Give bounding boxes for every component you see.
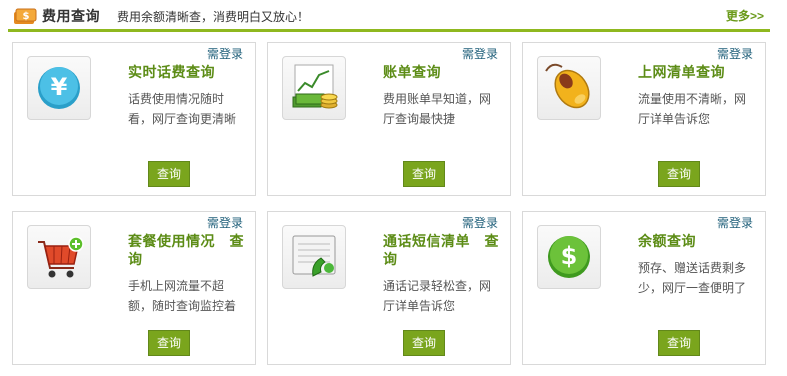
card-description: 费用账单早知道，网厅查询最快捷 [383,92,492,126]
query-button[interactable]: 查询 [148,330,190,356]
card-title: 套餐使用情况 查询 [128,233,244,267]
card-bill: 需登录 账单查询 费用账单早知道，网厅查询最快捷 查询 [267,42,511,196]
more-link[interactable]: 更多>> [726,7,764,24]
card-icon-frame [282,56,346,120]
header-divider [8,29,770,32]
mouse-icon [545,63,590,109]
card-icon-frame [282,225,346,289]
money-stack-icon: $ [13,6,37,26]
card-title: 余额查询 [638,233,696,249]
login-required-link[interactable]: 需登录 [717,214,753,231]
query-button[interactable]: 查询 [403,330,445,356]
card-icon-frame: ¥ [27,56,91,120]
phone-list-icon [292,235,336,277]
dollar-coin-icon: $ [548,236,590,278]
card-description: 通话记录轻松查，网厅详单告诉您 [383,279,492,313]
svg-text:¥: ¥ [51,73,68,101]
card-package-usage: 需登录 套餐使用情况 查询 手机上网流量不超额，随时查询监控着 查询 [12,211,256,365]
card-realtime-fee: 需登录 ¥ 实时话费查询 话费使用情况随时看，网厅查询更清晰 查询 [12,42,256,196]
yen-coin-icon: ¥ [38,67,80,109]
card-call-sms-list: 需登录 通话短信清单 查询 通话记录轻松查，网厅详单告诉您 查询 [267,211,511,365]
shopping-cart-icon [38,236,84,278]
login-required-link[interactable]: 需登录 [207,45,243,62]
section-subtitle: 费用余额清晰查，消费明白又放心！ [117,10,310,24]
card-title: 上网清单查询 [638,64,725,80]
svg-text:$: $ [561,242,578,270]
card-icon-frame [27,225,91,289]
login-required-link[interactable]: 需登录 [462,214,498,231]
card-icon-frame [537,56,601,120]
bill-chart-icon [292,64,338,109]
svg-text:$: $ [23,11,30,22]
card-title: 实时话费查询 [128,64,215,80]
card-description: 手机上网流量不超额，随时查询监控着 [128,279,237,313]
login-required-link[interactable]: 需登录 [462,45,498,62]
query-button[interactable]: 查询 [403,161,445,187]
login-required-link[interactable]: 需登录 [717,45,753,62]
card-title: 账单查询 [383,64,441,80]
card-description: 流量使用不清晰，网厅详单告诉您 [638,92,747,126]
card-icon-frame: $ [537,225,601,289]
query-button[interactable]: 查询 [658,330,700,356]
section-header: $ 费用查询 费用余额清晰查，消费明白又放心！ 更多>> [0,0,787,31]
card-description: 话费使用情况随时看，网厅查询更清晰 [128,92,237,126]
login-required-link[interactable]: 需登录 [207,214,243,231]
card-description: 预存、赠送话费剩多少，网厅一查便明了 [638,261,747,295]
query-button[interactable]: 查询 [148,161,190,187]
section-title: 费用查询 [42,8,100,24]
query-button[interactable]: 查询 [658,161,700,187]
card-internet-list: 需登录 上网清单查询 流量使用不清晰，网厅详单告诉您 查询 [522,42,766,196]
card-title: 通话短信清单 查询 [383,233,499,267]
card-balance: 需登录 $ 余额查询 预存、赠送话费剩多少，网厅一查便明了 查询 [522,211,766,365]
